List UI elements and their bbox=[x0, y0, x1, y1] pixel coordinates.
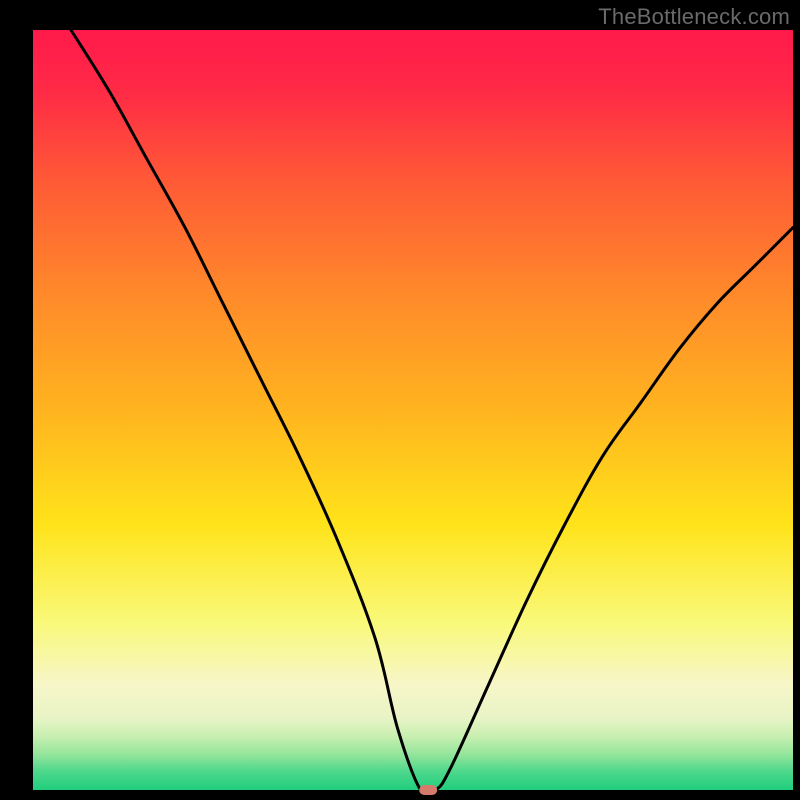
plot-area bbox=[33, 30, 793, 790]
chart-svg bbox=[0, 0, 800, 800]
bottleneck-chart: TheBottleneck.com bbox=[0, 0, 800, 800]
minimum-marker bbox=[419, 785, 437, 795]
attribution-text: TheBottleneck.com bbox=[598, 4, 790, 30]
